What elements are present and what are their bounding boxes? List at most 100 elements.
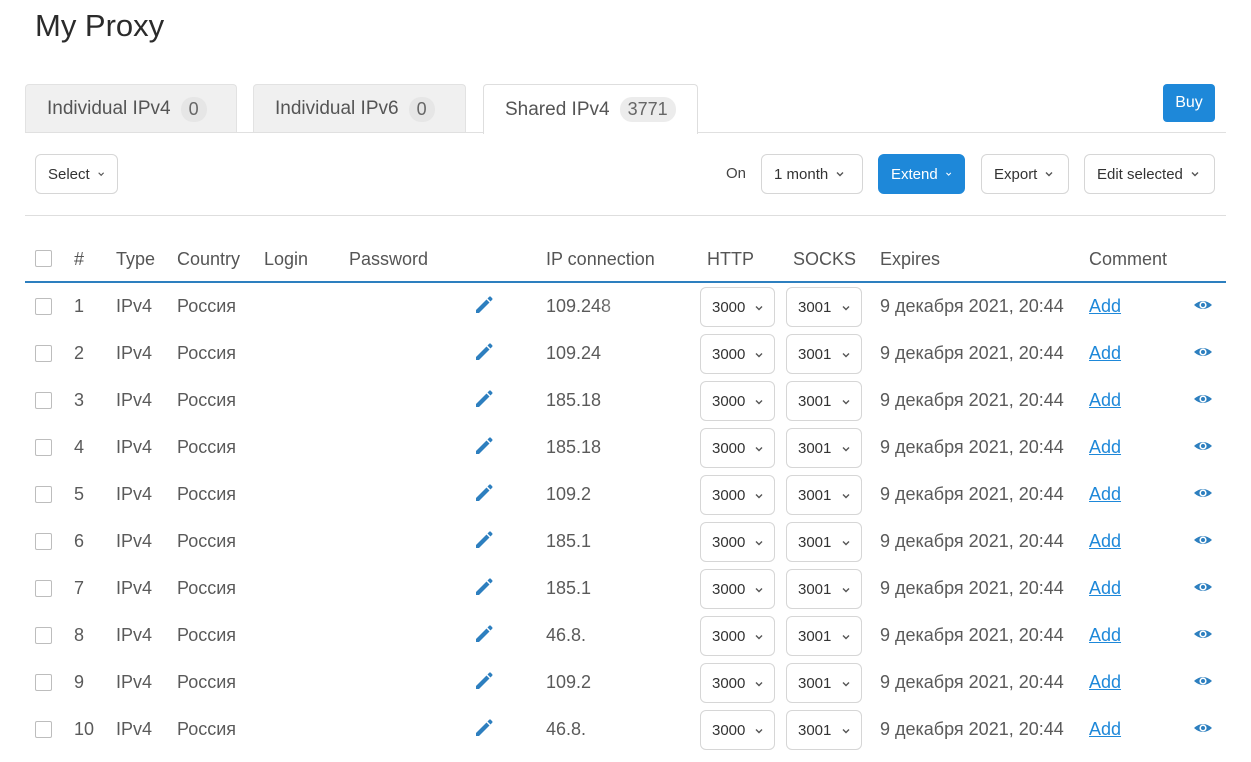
eye-icon[interactable] (1193, 624, 1213, 644)
chevron-down-icon (755, 353, 763, 358)
pencil-icon[interactable] (472, 293, 494, 315)
eye-icon[interactable] (1193, 483, 1213, 503)
add-comment-link[interactable]: Add (1089, 437, 1121, 458)
row-checkbox[interactable] (35, 298, 52, 315)
pencil-icon[interactable] (472, 434, 494, 456)
row-type: IPv4 (116, 719, 153, 739)
row-checkbox[interactable] (35, 392, 52, 409)
add-comment-link[interactable]: Add (1089, 578, 1121, 599)
tab-individual-ipv4[interactable]: Individual IPv4 0 (25, 84, 237, 133)
row-checkbox[interactable] (35, 580, 52, 597)
socks-port-dropdown[interactable]: 3001 (786, 428, 862, 468)
chevron-down-icon (842, 588, 850, 593)
socks-port-value: 3001 (798, 580, 832, 598)
row-ip-connection: 185.1 (546, 578, 671, 599)
eye-icon[interactable] (1193, 718, 1213, 738)
extend-button[interactable]: Extend (878, 154, 965, 194)
pencil-icon[interactable] (472, 669, 494, 691)
row-ip-connection: 46.8. (546, 719, 671, 740)
row-checkbox[interactable] (35, 533, 52, 550)
socks-port-dropdown[interactable]: 3001 (786, 475, 862, 515)
select-label: Select (48, 165, 90, 183)
socks-port-dropdown[interactable]: 3001 (786, 569, 862, 609)
row-checkbox[interactable] (35, 721, 52, 738)
eye-icon[interactable] (1193, 342, 1213, 362)
http-port-dropdown[interactable]: 3000 (700, 287, 775, 327)
add-comment-link[interactable]: Add (1089, 390, 1121, 411)
row-checkbox[interactable] (35, 486, 52, 503)
row-checkbox[interactable] (35, 627, 52, 644)
eye-icon[interactable] (1193, 671, 1213, 691)
http-port-value: 3000 (712, 345, 746, 363)
row-number: 4 (74, 437, 85, 457)
add-comment-link[interactable]: Add (1089, 296, 1121, 317)
http-port-value: 3000 (712, 627, 746, 645)
socks-port-dropdown[interactable]: 3001 (786, 522, 862, 562)
row-country: Россия (177, 437, 237, 457)
select-dropdown[interactable]: Select (35, 154, 118, 194)
edit-selected-dropdown[interactable]: Edit selected (1084, 154, 1215, 194)
http-port-dropdown[interactable]: 3000 (700, 475, 775, 515)
http-port-dropdown[interactable]: 3000 (700, 522, 775, 562)
pencil-icon[interactable] (472, 481, 494, 503)
row-country: Россия (177, 672, 237, 692)
period-dropdown[interactable]: 1 month (761, 154, 863, 194)
page-title: My Proxy (35, 8, 165, 43)
http-port-value: 3000 (712, 486, 746, 504)
export-dropdown[interactable]: Export (981, 154, 1069, 194)
http-port-dropdown[interactable]: 3000 (700, 381, 775, 421)
socks-port-dropdown[interactable]: 3001 (786, 616, 862, 656)
pencil-icon[interactable] (472, 340, 494, 362)
add-comment-link[interactable]: Add (1089, 719, 1121, 740)
http-port-dropdown[interactable]: 3000 (700, 334, 775, 374)
toolbar-divider (25, 215, 1226, 216)
add-comment-link[interactable]: Add (1089, 343, 1121, 364)
pencil-icon[interactable] (472, 716, 494, 738)
eye-icon[interactable] (1193, 389, 1213, 409)
tab-individual-ipv6[interactable]: Individual IPv6 0 (253, 84, 466, 133)
http-port-dropdown[interactable]: 3000 (700, 616, 775, 656)
http-port-dropdown[interactable]: 3000 (700, 428, 775, 468)
pencil-icon[interactable] (472, 622, 494, 644)
row-type: IPv4 (116, 578, 153, 598)
chevron-down-icon (755, 588, 763, 593)
row-number: 2 (74, 343, 85, 363)
add-comment-link[interactable]: Add (1089, 672, 1121, 693)
select-all-checkbox[interactable] (35, 250, 52, 267)
pencil-icon[interactable] (472, 387, 494, 409)
row-checkbox[interactable] (35, 439, 52, 456)
tab-shared-ipv4[interactable]: Shared IPv4 3771 (483, 84, 698, 134)
table-row: 2 IPv4 Россия 109.24 3000 3001 9 декабря 2021,… (0, 330, 1251, 377)
buy-button[interactable]: Buy (1163, 84, 1215, 122)
eye-icon[interactable] (1193, 295, 1213, 315)
socks-port-dropdown[interactable]: 3001 (786, 381, 862, 421)
row-number: 7 (74, 578, 85, 598)
add-comment-link[interactable]: Add (1089, 625, 1121, 646)
eye-icon[interactable] (1193, 577, 1213, 597)
http-port-dropdown[interactable]: 3000 (700, 663, 775, 703)
row-type: IPv4 (116, 625, 153, 645)
http-port-dropdown[interactable]: 3000 (700, 569, 775, 609)
tab-count-badge: 0 (408, 96, 435, 122)
socks-port-value: 3001 (798, 298, 832, 316)
add-comment-link[interactable]: Add (1089, 484, 1121, 505)
eye-icon[interactable] (1193, 530, 1213, 550)
row-checkbox[interactable] (35, 345, 52, 362)
socks-port-value: 3001 (798, 533, 832, 551)
http-port-dropdown[interactable]: 3000 (700, 710, 775, 750)
add-comment-link[interactable]: Add (1089, 531, 1121, 552)
chevron-down-icon (842, 447, 850, 452)
pencil-icon[interactable] (472, 575, 494, 597)
http-port-value: 3000 (712, 580, 746, 598)
row-expires: 9 декабря 2021, 20:44 (880, 719, 1064, 739)
socks-port-dropdown[interactable]: 3001 (786, 710, 862, 750)
socks-port-dropdown[interactable]: 3001 (786, 287, 862, 327)
row-ip-connection: 109.24 (546, 343, 671, 364)
row-ip-connection: 185.1 (546, 531, 671, 552)
pencil-icon[interactable] (472, 528, 494, 550)
eye-icon[interactable] (1193, 436, 1213, 456)
socks-port-value: 3001 (798, 439, 832, 457)
socks-port-dropdown[interactable]: 3001 (786, 663, 862, 703)
row-checkbox[interactable] (35, 674, 52, 691)
socks-port-dropdown[interactable]: 3001 (786, 334, 862, 374)
